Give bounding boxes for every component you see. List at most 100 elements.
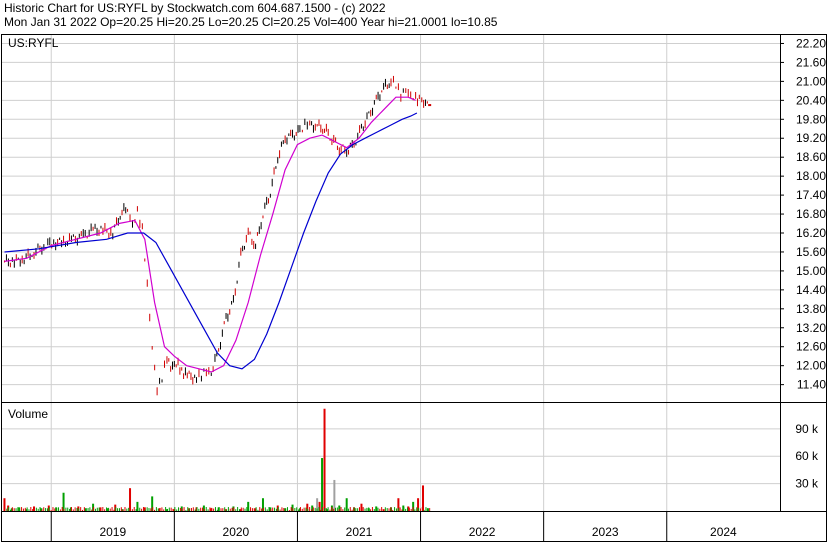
volume-bar: [351, 509, 353, 511]
volume-panel-frame: [1, 402, 827, 512]
volume-bar: [237, 507, 239, 511]
volume-bar: [113, 509, 115, 511]
volume-bar: [266, 509, 268, 511]
volume-bar: [87, 508, 89, 511]
volume-bar: [135, 509, 137, 511]
volume-bar: [410, 508, 412, 511]
volume-bar: [427, 508, 429, 511]
price-tick-label: 12.00: [796, 359, 826, 373]
stock-chart: 22.20 21.60 21.00 20.40 19.80 19.20 18.60 18.00…: [1, 34, 827, 542]
price-tick-label: 21.00: [796, 74, 826, 88]
price-tick-label: 19.80: [796, 112, 826, 126]
volume-bar: [358, 507, 360, 511]
volume-bar: [381, 507, 383, 511]
volume-bar: [279, 509, 281, 511]
volume-bar: [166, 508, 168, 511]
price-tick-label: 13.80: [796, 302, 826, 316]
volume-bar: [294, 507, 296, 511]
volume-bar: [323, 508, 325, 511]
volume-bar: [126, 508, 128, 511]
volume-bar: [349, 507, 351, 511]
volume-bar: [218, 507, 220, 511]
panel-frames: [1, 34, 827, 542]
volume-bar: [347, 508, 349, 511]
volume-bar: [429, 508, 431, 511]
volume-bar: [329, 509, 331, 511]
volume-bar: [128, 507, 130, 511]
volume-bar: [360, 509, 362, 511]
volume-bar: [172, 508, 174, 511]
volume-bar: [386, 508, 388, 511]
volume-bar: [301, 508, 303, 511]
price-tick-label: 19.20: [796, 131, 826, 145]
volume-bar: [226, 509, 228, 511]
volume-bar: [310, 509, 312, 511]
volume-bar: [150, 508, 152, 511]
volume-bar: [220, 508, 222, 511]
price-panel-frame: [1, 34, 827, 403]
volume-bar: [384, 507, 386, 511]
price-tick-label: 14.40: [796, 283, 826, 297]
volume-bar: [250, 507, 252, 511]
volume-bar: [26, 507, 28, 511]
volume-bar: [209, 507, 211, 511]
volume-bar: [231, 507, 233, 511]
volume-bar: [124, 507, 126, 511]
volume-bar: [238, 509, 240, 511]
volume-bar: [418, 507, 420, 511]
volume-bar: [211, 507, 213, 511]
year-label: 2022: [469, 525, 496, 539]
volume-bar: [85, 508, 87, 511]
volume-bar: [45, 508, 47, 511]
volume-bar: [248, 509, 250, 511]
volume-bar: [61, 507, 63, 511]
volume-bar: [109, 508, 111, 511]
volume-bar: [262, 507, 264, 511]
volume-bar: [13, 508, 15, 511]
volume-bar: [59, 509, 61, 511]
volume-bar: [76, 507, 78, 511]
volume-bar: [259, 507, 261, 511]
volume-bar: [373, 509, 375, 511]
volume-bar: [148, 508, 150, 511]
volume-bar: [408, 507, 410, 511]
volume-bar: [30, 507, 32, 511]
volume-bar: [421, 507, 423, 511]
volume-bar: [100, 509, 102, 511]
volume-bar: [320, 509, 322, 511]
price-tick-label: 22.20: [796, 36, 826, 50]
volume-bar: [264, 507, 266, 511]
volume-bar: [242, 507, 244, 511]
volume-bar: [34, 507, 36, 511]
volume-bar: [388, 508, 390, 511]
volume-bar: [416, 507, 418, 511]
volume-bar: [174, 507, 176, 511]
volume-bar: [227, 507, 229, 511]
volume-bar: [322, 507, 324, 511]
volume-bar: [144, 509, 146, 511]
volume-bar: [69, 508, 71, 511]
volume-bar: [207, 509, 209, 511]
volume-bar: [296, 507, 298, 511]
volume-bar: [192, 507, 194, 511]
volume-bar: [321, 458, 324, 511]
volume-bar: [286, 507, 288, 511]
price-tick-label: 16.80: [796, 207, 826, 221]
volume-bar: [331, 507, 333, 511]
volume-bar: [190, 508, 192, 511]
volume-bar: [303, 507, 305, 511]
volume-bar: [104, 509, 106, 511]
volume-bar: [43, 507, 45, 511]
volume-bar: [6, 508, 8, 511]
volume-bar: [35, 507, 37, 511]
volume-bar: [334, 507, 336, 511]
year-label: 2024: [710, 525, 737, 539]
volume-bar: [74, 507, 76, 511]
volume-bar: [299, 507, 301, 511]
volume-bar: [131, 509, 133, 511]
volume-bar: [377, 507, 379, 511]
volume-bar: [198, 508, 200, 511]
volume-bar: [15, 508, 17, 511]
price-tick-label: 12.60: [796, 340, 826, 354]
volume-bar: [102, 507, 104, 511]
